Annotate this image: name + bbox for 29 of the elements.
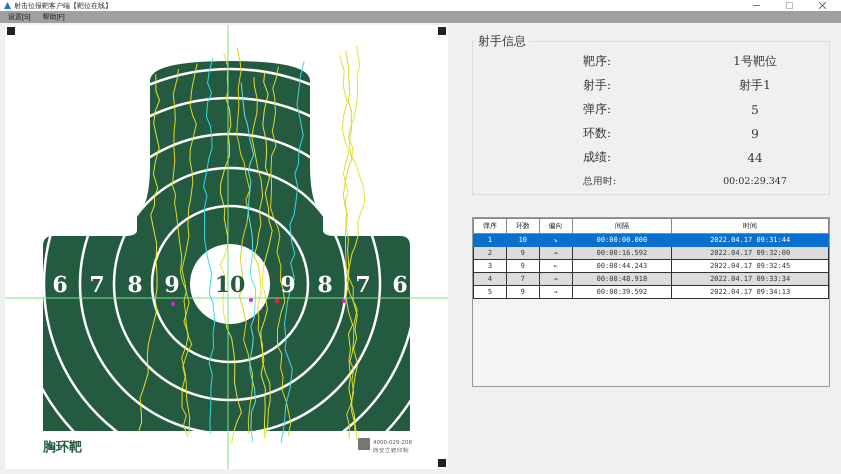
field-value: 9 (750, 126, 760, 140)
ring-number: 8 (317, 272, 333, 298)
field-label: 成绩: (583, 149, 612, 166)
corner-marker (7, 27, 15, 35)
ring-number: 7 (89, 272, 105, 298)
field-value: 1号靶位 (732, 53, 778, 70)
field-value: 射手1 (738, 77, 772, 94)
corner-marker (438, 27, 446, 35)
minimize-icon (752, 2, 760, 9)
target-name: 胸环靶 (43, 440, 82, 455)
field-label: 环数: (583, 125, 612, 142)
ring-number: 7 (355, 272, 371, 298)
ring-number: 6 (392, 272, 408, 298)
field-value: 00:02:29.347 (722, 176, 788, 187)
field-label: 弹序: (583, 101, 612, 118)
field-label: 总用时: (583, 175, 618, 189)
field-value: 44 (746, 150, 764, 164)
field-label: 靶序: (583, 53, 612, 70)
ring-number: 9 (164, 272, 180, 298)
corner-marker (438, 459, 446, 467)
qr-code-icon (358, 438, 370, 450)
field-label: 射手: (583, 77, 612, 94)
ring-number: 6 (52, 272, 68, 298)
ring-number: 8 (127, 272, 143, 298)
maximize-icon (786, 2, 792, 9)
close-icon (818, 2, 826, 9)
group-title: 射手信息 (475, 33, 529, 50)
app-icon (4, 2, 11, 9)
field-value: 5 (750, 102, 760, 116)
